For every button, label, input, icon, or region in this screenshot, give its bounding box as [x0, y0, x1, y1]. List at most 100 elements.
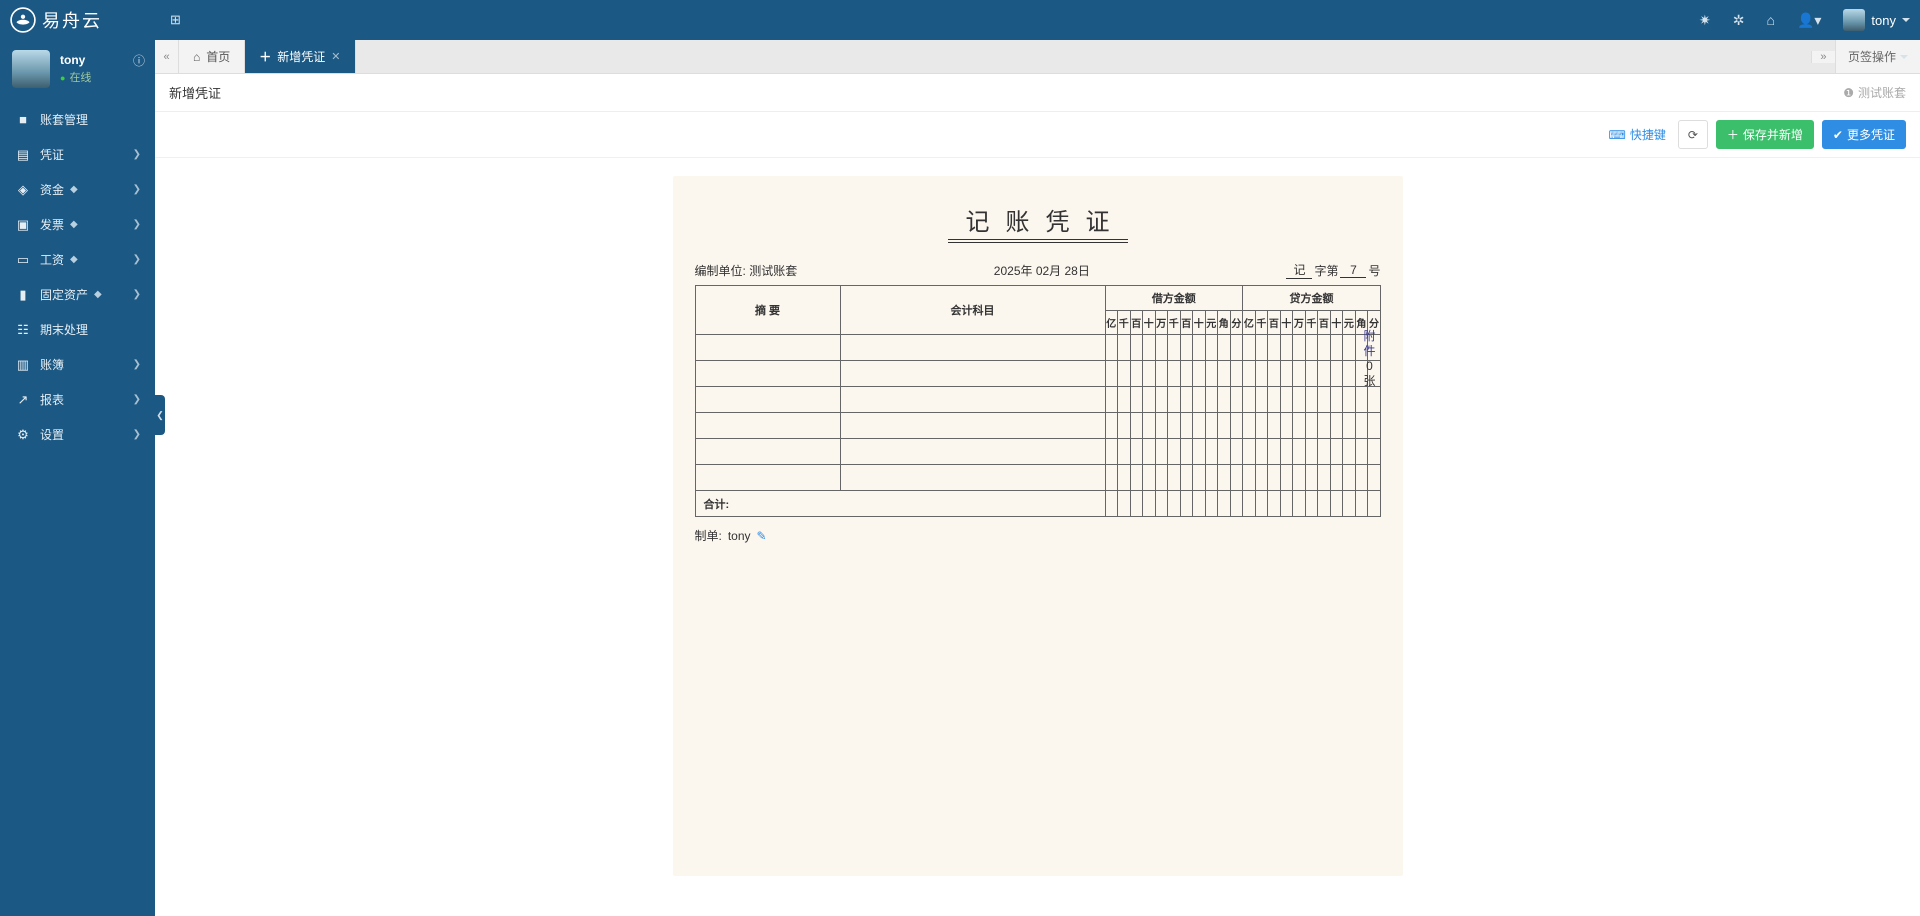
summary-cell[interactable] [695, 361, 840, 387]
amount-digit-cell[interactable] [1118, 361, 1131, 387]
sidebar-collapse-toggle[interactable]: ❮ [155, 395, 165, 435]
info-icon[interactable]: ⓘ [133, 52, 145, 69]
amount-digit-cell[interactable] [1330, 387, 1343, 413]
topbar-user[interactable]: tony [1843, 9, 1910, 31]
amount-digit-cell[interactable] [1143, 335, 1156, 361]
tabs-scroll-right[interactable]: » [1811, 51, 1835, 63]
amount-digit-cell[interactable] [1368, 465, 1381, 491]
amount-digit-cell[interactable] [1318, 439, 1331, 465]
amount-digit-cell[interactable] [1330, 413, 1343, 439]
voucher-date[interactable]: 2025年 02月 28日 [994, 262, 1090, 279]
amount-digit-cell[interactable] [1155, 387, 1168, 413]
amount-digit-cell[interactable] [1168, 465, 1181, 491]
amount-digit-cell[interactable] [1268, 465, 1281, 491]
amount-digit-cell[interactable] [1143, 465, 1156, 491]
sidebar-item-8[interactable]: ↗报表❯ [0, 382, 155, 417]
amount-digit-cell[interactable] [1243, 387, 1256, 413]
amount-digit-cell[interactable] [1193, 387, 1206, 413]
amount-digit-cell[interactable] [1130, 439, 1143, 465]
sidebar-item-4[interactable]: ▭工资◆❯ [0, 242, 155, 277]
sidebar-item-7[interactable]: ▥账簿❯ [0, 347, 155, 382]
close-icon[interactable]: ✕ [331, 50, 340, 63]
amount-digit-cell[interactable] [1343, 439, 1356, 465]
account-cell[interactable] [840, 335, 1105, 361]
amount-digit-cell[interactable] [1205, 413, 1218, 439]
amount-digit-cell[interactable] [1330, 361, 1343, 387]
amount-digit-cell[interactable] [1130, 413, 1143, 439]
topbar-icon-1[interactable]: ✷ [1699, 12, 1711, 29]
amount-digit-cell[interactable] [1218, 387, 1231, 413]
amount-digit-cell[interactable] [1280, 335, 1293, 361]
summary-cell[interactable] [695, 439, 840, 465]
voucher-number[interactable]: 记 字第 7 号 [1286, 261, 1380, 279]
amount-digit-cell[interactable] [1180, 387, 1193, 413]
amount-digit-cell[interactable] [1343, 335, 1356, 361]
edit-icon[interactable]: ✎ [757, 529, 767, 543]
tab-home[interactable]: ⌂ 首页 [179, 40, 245, 73]
summary-cell[interactable] [695, 335, 840, 361]
amount-digit-cell[interactable] [1355, 413, 1368, 439]
amount-digit-cell[interactable] [1343, 413, 1356, 439]
amount-digit-cell[interactable] [1118, 439, 1131, 465]
amount-digit-cell[interactable] [1230, 413, 1243, 439]
shortcut-link[interactable]: ⌨ 快捷键 [1608, 120, 1665, 149]
sidebar-item-6[interactable]: ☷期末处理 [0, 312, 155, 347]
sidebar-item-1[interactable]: ▤凭证❯ [0, 137, 155, 172]
amount-digit-cell[interactable] [1143, 361, 1156, 387]
sidebar-item-0[interactable]: ■账套管理 [0, 102, 155, 137]
amount-digit-cell[interactable] [1105, 387, 1118, 413]
summary-cell[interactable] [695, 413, 840, 439]
amount-digit-cell[interactable] [1355, 387, 1368, 413]
amount-digit-cell[interactable] [1168, 413, 1181, 439]
amount-digit-cell[interactable] [1105, 335, 1118, 361]
amount-digit-cell[interactable] [1118, 413, 1131, 439]
amount-digit-cell[interactable] [1255, 465, 1268, 491]
amount-digit-cell[interactable] [1130, 465, 1143, 491]
amount-digit-cell[interactable] [1330, 335, 1343, 361]
amount-digit-cell[interactable] [1130, 361, 1143, 387]
amount-digit-cell[interactable] [1280, 361, 1293, 387]
amount-digit-cell[interactable] [1205, 387, 1218, 413]
topbar-icon-2[interactable]: ✲ [1733, 12, 1745, 29]
amount-digit-cell[interactable] [1155, 465, 1168, 491]
amount-digit-cell[interactable] [1193, 335, 1206, 361]
amount-digit-cell[interactable] [1168, 361, 1181, 387]
amount-digit-cell[interactable] [1218, 413, 1231, 439]
amount-digit-cell[interactable] [1368, 439, 1381, 465]
amount-digit-cell[interactable] [1243, 335, 1256, 361]
more-vouchers-button[interactable]: ✔ 更多凭证 [1822, 120, 1906, 149]
voucher-row[interactable] [695, 335, 1380, 361]
amount-digit-cell[interactable] [1293, 439, 1306, 465]
amount-digit-cell[interactable] [1268, 387, 1281, 413]
voucher-row[interactable] [695, 361, 1380, 387]
amount-digit-cell[interactable] [1155, 361, 1168, 387]
tabs-scroll-left[interactable]: « [155, 40, 179, 73]
amount-digit-cell[interactable] [1268, 413, 1281, 439]
amount-digit-cell[interactable] [1318, 413, 1331, 439]
amount-digit-cell[interactable] [1368, 387, 1381, 413]
amount-digit-cell[interactable] [1118, 465, 1131, 491]
amount-digit-cell[interactable] [1180, 465, 1193, 491]
amount-digit-cell[interactable] [1218, 335, 1231, 361]
amount-digit-cell[interactable] [1305, 335, 1318, 361]
amount-digit-cell[interactable] [1168, 439, 1181, 465]
amount-digit-cell[interactable] [1280, 465, 1293, 491]
amount-digit-cell[interactable] [1205, 439, 1218, 465]
amount-digit-cell[interactable] [1143, 387, 1156, 413]
amount-digit-cell[interactable] [1293, 361, 1306, 387]
amount-digit-cell[interactable] [1305, 439, 1318, 465]
amount-digit-cell[interactable] [1155, 439, 1168, 465]
amount-digit-cell[interactable] [1118, 335, 1131, 361]
sidebar-item-3[interactable]: ▣发票◆❯ [0, 207, 155, 242]
topbar-user-menu-icon[interactable]: 👤▾ [1797, 12, 1821, 29]
amount-digit-cell[interactable] [1218, 465, 1231, 491]
attachment-block[interactable]: 附件 0 张 [1363, 329, 1377, 389]
brand[interactable]: 易舟云 [10, 7, 155, 33]
amount-digit-cell[interactable] [1205, 361, 1218, 387]
tab-new-voucher[interactable]: ＋ 新增凭证 ✕ [245, 40, 355, 73]
amount-digit-cell[interactable] [1255, 439, 1268, 465]
amount-digit-cell[interactable] [1280, 413, 1293, 439]
sidebar-user-block[interactable]: tony 在线 ⓘ [0, 40, 155, 102]
amount-digit-cell[interactable] [1130, 335, 1143, 361]
amount-digit-cell[interactable] [1305, 387, 1318, 413]
